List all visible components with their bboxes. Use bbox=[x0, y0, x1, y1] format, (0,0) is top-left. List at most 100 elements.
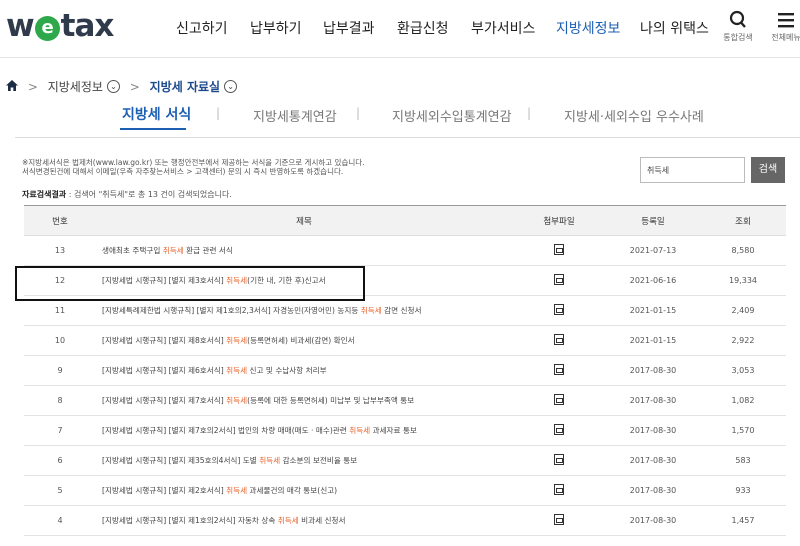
wetax-logo[interactable]: w e tax bbox=[6, 8, 115, 44]
tab-divider: | bbox=[356, 106, 361, 120]
title-prefix: [지방세법 시행규칙] [별지 제2호서식] bbox=[102, 486, 227, 495]
row-date: 2017-08-30 bbox=[606, 415, 700, 446]
row-views: 8,580 bbox=[700, 235, 786, 266]
chevron-down-icon[interactable]: ⌄ bbox=[106, 80, 120, 93]
row-title-link[interactable]: [지방세법 시행규칙] [별지 제6호서식] 취득세 신고 및 수납사항 처리부 bbox=[96, 355, 512, 386]
row-no: 11 bbox=[24, 295, 96, 326]
logo-ring: e bbox=[34, 16, 60, 41]
title-prefix: 생애최초 주택구입 bbox=[102, 246, 163, 255]
nav-item-file-return[interactable]: 신고하기 bbox=[176, 18, 228, 38]
title-suffix: 감면 신청서 bbox=[381, 306, 422, 315]
notice-line-1: ※지방세서식은 법제처(www.law.go.kr) 또는 행정안전부에서 제공… bbox=[22, 158, 365, 167]
nav-item-pay[interactable]: 납부하기 bbox=[250, 18, 302, 38]
integrated-search[interactable]: 통합검색 bbox=[718, 10, 758, 43]
attachment-file-icon[interactable] bbox=[554, 484, 564, 495]
breadcrumb-level2[interactable]: 지방세 자료실 bbox=[150, 80, 220, 94]
title-suffix: 과세자료 통보 bbox=[370, 426, 417, 435]
search-result-summary: 자료검색결과 : 검색어 "취득세"로 총 13 건이 검색되었습니다. bbox=[22, 189, 232, 200]
attachment-file-icon[interactable] bbox=[554, 454, 564, 465]
notice-text: ※지방세서식은 법제처(www.law.go.kr) 또는 행정안전부에서 제공… bbox=[22, 158, 542, 176]
attachment-file-icon[interactable] bbox=[554, 514, 564, 525]
row-views: 933 bbox=[700, 475, 786, 506]
title-prefix: [지방세법 시행규칙] [별지 제7호의2서식] 법인의 차량 매매(매도 · … bbox=[102, 426, 350, 435]
title-keyword: 취득세 bbox=[360, 306, 382, 315]
nav-item-refund[interactable]: 환급신청 bbox=[397, 18, 449, 38]
search-input[interactable]: 취득세 bbox=[640, 157, 745, 183]
row-title-link[interactable]: [지방세법 시행규칙] [별지 제35호의4서식] 도별 취득세 감소분의 보전… bbox=[96, 445, 512, 476]
title-keyword: 취득세 bbox=[259, 456, 281, 465]
row-title-link[interactable]: [지방세법 시행규칙] [별지 제1호의2서식] 자동차 상속 취득세 비과세 … bbox=[96, 505, 512, 536]
row-views: 3,053 bbox=[700, 355, 786, 386]
row-title-link[interactable]: [지방세법 시행규칙] [별지 제7호서식] 취득세(등록에 대한 등록면허세)… bbox=[96, 385, 512, 416]
nav-item-payment-result[interactable]: 납부결과 bbox=[323, 18, 375, 38]
row-title-link[interactable]: 생애최초 주택구입 취득세 환급 관련 서식 bbox=[96, 235, 512, 266]
notice-line-2: 서식변경된건에 대해서 이메일(우측 자주찾는서비스 > 고객센터) 문의 시 … bbox=[22, 167, 344, 176]
title-keyword: 취득세 bbox=[226, 486, 248, 495]
row-date: 2017-08-30 bbox=[606, 475, 700, 506]
table-row: 12 [지방세법 시행규칙] [별지 제3호서식] 취득세(기한 내, 기한 후… bbox=[24, 265, 786, 296]
table-row: 6 [지방세법 시행규칙] [별지 제35호의4서식] 도별 취득세 감소분의 … bbox=[24, 445, 786, 476]
col-header-file: 첨부파일 bbox=[512, 205, 606, 236]
title-suffix: 환급 관련 서식 bbox=[183, 246, 233, 255]
col-header-date: 등록일 bbox=[606, 205, 700, 236]
search-button[interactable]: 검색 bbox=[751, 157, 785, 183]
full-menu[interactable]: 전체메뉴 bbox=[766, 10, 800, 43]
content-divider bbox=[15, 137, 800, 138]
logo-text-pre: w bbox=[6, 8, 35, 44]
row-no: 13 bbox=[24, 235, 96, 266]
attachment-file-icon[interactable] bbox=[554, 364, 564, 375]
table-row: 13 생애최초 주택구입 취득세 환급 관련 서식 2021-07-13 8,5… bbox=[24, 235, 786, 266]
row-views: 2,922 bbox=[700, 325, 786, 356]
breadcrumb-level1[interactable]: 지방세정보 bbox=[48, 80, 103, 94]
tab-best-practices[interactable]: 지방세·세외수입 우수사례 bbox=[564, 106, 704, 125]
sub-tabs: 지방세 서식 | 지방세통계연감 | 지방세외수입통계연감 | 지방세·세외수입… bbox=[0, 104, 800, 130]
tab-local-tax-statistics[interactable]: 지방세통계연감 bbox=[253, 106, 337, 125]
row-title-link[interactable]: [지방세법 시행규칙] [별지 제7호의2서식] 법인의 차량 매매(매도 · … bbox=[96, 415, 512, 446]
chevron-down-icon[interactable]: ⌄ bbox=[224, 80, 238, 93]
title-suffix: 신고 및 수납사항 처리부 bbox=[247, 366, 327, 375]
col-header-no: 번호 bbox=[24, 205, 96, 236]
tab-local-tax-forms[interactable]: 지방세 서식 bbox=[122, 104, 191, 124]
tab-divider: | bbox=[216, 106, 221, 120]
row-title-link[interactable]: [지방세법 시행규칙] [별지 제2호서식] 취득세 과세물건의 매각 통보(신… bbox=[96, 475, 512, 506]
attachment-file-icon[interactable] bbox=[554, 334, 564, 345]
row-title-link[interactable]: [지방세법 시행규칙] [별지 제3호서식] 취득세(기한 내, 기한 후)신고… bbox=[96, 265, 512, 296]
attachment-file-icon[interactable] bbox=[554, 274, 564, 285]
table-row: 4 [지방세법 시행규칙] [별지 제1호의2서식] 자동차 상속 취득세 비과… bbox=[24, 505, 786, 536]
nav-item-extra-services[interactable]: 부가서비스 bbox=[471, 18, 535, 38]
attachment-file-icon[interactable] bbox=[554, 304, 564, 315]
table-row: 7 [지방세법 시행규칙] [별지 제7호의2서식] 법인의 차량 매매(매도 … bbox=[24, 415, 786, 446]
row-title-link[interactable]: [지방세법 시행규칙] [별지 제8호서식] 취득세(등록면허세) 비과세(감면… bbox=[96, 325, 512, 356]
breadcrumb: > 지방세정보 ⌄ > 지방세 자료실 ⌄ bbox=[6, 78, 238, 95]
table-row: 11 [지방세특례제한법 시행규칙] [별지 제1호의2,3서식] 자경농민(자… bbox=[24, 295, 786, 326]
logo-text-post: tax bbox=[60, 8, 115, 44]
home-icon[interactable] bbox=[6, 79, 22, 94]
title-keyword: 취득세 bbox=[226, 396, 248, 405]
search-util-label: 통합검색 bbox=[723, 33, 753, 42]
attachment-file-icon[interactable] bbox=[554, 244, 564, 255]
forms-table: 번호 제목 첨부파일 등록일 조회 13 생애최초 주택구입 취득세 환급 관련… bbox=[24, 205, 786, 536]
tab-non-tax-revenue-statistics[interactable]: 지방세외수입통계연감 bbox=[392, 106, 512, 125]
title-suffix: (등록면허세) 비과세(감면) 확인서 bbox=[247, 336, 355, 345]
title-keyword: 취득세 bbox=[226, 276, 248, 285]
search-icon bbox=[718, 10, 758, 32]
title-keyword: 취득세 bbox=[226, 366, 248, 375]
row-views: 583 bbox=[700, 445, 786, 476]
active-tab-underline bbox=[120, 128, 186, 130]
row-title-link[interactable]: [지방세특례제한법 시행규칙] [별지 제1호의2,3서식] 자경농민(자영어민… bbox=[96, 295, 512, 326]
row-date: 2021-06-16 bbox=[606, 265, 700, 296]
attachment-file-icon[interactable] bbox=[554, 394, 564, 405]
nav-item-my-wetax[interactable]: 나의 위택스 bbox=[640, 18, 709, 38]
result-text: : 검색어 "취득세"로 총 13 건이 검색되었습니다. bbox=[66, 190, 232, 199]
row-no: 10 bbox=[24, 325, 96, 356]
row-no: 6 bbox=[24, 445, 96, 476]
attachment-file-icon[interactable] bbox=[554, 424, 564, 435]
nav-item-local-tax-info[interactable]: 지방세정보 bbox=[556, 18, 620, 38]
row-date: 2021-07-13 bbox=[606, 235, 700, 266]
row-date: 2017-08-30 bbox=[606, 505, 700, 536]
row-date: 2021-01-15 bbox=[606, 325, 700, 356]
table-row: 10 [지방세법 시행규칙] [별지 제8호서식] 취득세(등록면허세) 비과세… bbox=[24, 325, 786, 356]
title-prefix: [지방세법 시행규칙] [별지 제6호서식] bbox=[102, 366, 227, 375]
col-header-views: 조회 bbox=[700, 205, 786, 236]
title-suffix: 과세물건의 매각 통보(신고) bbox=[247, 486, 338, 495]
